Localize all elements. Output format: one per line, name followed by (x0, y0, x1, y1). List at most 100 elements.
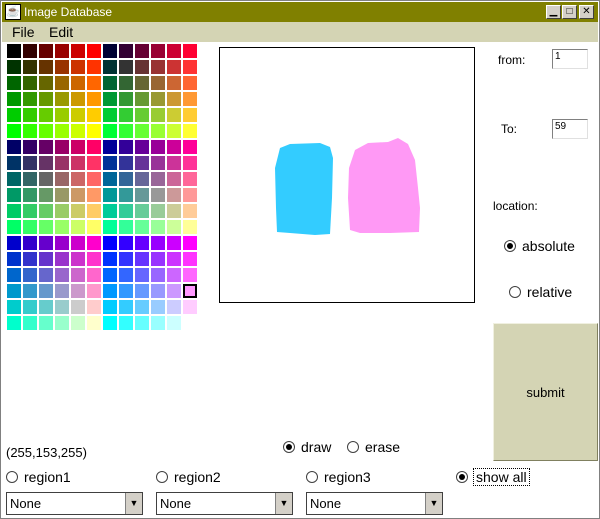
color-swatch[interactable] (119, 76, 133, 90)
color-swatch[interactable] (119, 44, 133, 58)
color-swatch[interactable] (7, 92, 21, 106)
color-swatch[interactable] (39, 124, 53, 138)
color-swatch[interactable] (103, 60, 117, 74)
color-swatch[interactable] (23, 236, 37, 250)
color-swatch[interactable] (151, 140, 165, 154)
color-swatch[interactable] (183, 284, 197, 298)
maximize-button[interactable]: □ (562, 5, 577, 19)
color-swatch[interactable] (119, 92, 133, 106)
color-swatch[interactable] (23, 108, 37, 122)
color-swatch[interactable] (23, 172, 37, 186)
color-swatch[interactable] (7, 300, 21, 314)
color-swatch[interactable] (183, 172, 197, 186)
color-swatch[interactable] (87, 92, 101, 106)
location-relative-radio[interactable]: relative (509, 284, 572, 300)
color-swatch[interactable] (135, 172, 149, 186)
color-swatch[interactable] (119, 316, 133, 330)
color-swatch[interactable] (23, 140, 37, 154)
color-swatch[interactable] (151, 204, 165, 218)
color-swatch[interactable] (167, 204, 181, 218)
color-swatch[interactable] (71, 60, 85, 74)
color-swatch[interactable] (119, 156, 133, 170)
region1-radio[interactable]: region1 (6, 469, 71, 485)
color-swatch[interactable] (103, 252, 117, 266)
color-swatch[interactable] (183, 60, 197, 74)
color-swatch[interactable] (39, 284, 53, 298)
color-swatch[interactable] (71, 220, 85, 234)
color-swatch[interactable] (167, 140, 181, 154)
color-swatch[interactable] (23, 156, 37, 170)
color-swatch[interactable] (39, 268, 53, 282)
color-swatch[interactable] (39, 300, 53, 314)
color-swatch[interactable] (71, 188, 85, 202)
minimize-button[interactable]: ▁ (546, 5, 561, 19)
chevron-down-icon[interactable]: ▼ (275, 493, 292, 514)
color-swatch[interactable] (135, 236, 149, 250)
color-swatch[interactable] (55, 140, 69, 154)
color-swatch[interactable] (71, 252, 85, 266)
color-swatch[interactable] (103, 124, 117, 138)
color-swatch[interactable] (119, 252, 133, 266)
color-swatch[interactable] (119, 236, 133, 250)
color-swatch[interactable] (119, 172, 133, 186)
color-swatch[interactable] (167, 124, 181, 138)
color-swatch[interactable] (71, 204, 85, 218)
color-swatch[interactable] (87, 284, 101, 298)
color-swatch[interactable] (71, 140, 85, 154)
color-swatch[interactable] (135, 188, 149, 202)
color-swatch[interactable] (151, 44, 165, 58)
color-swatch[interactable] (135, 220, 149, 234)
color-swatch[interactable] (87, 316, 101, 330)
color-swatch[interactable] (71, 172, 85, 186)
erase-radio[interactable]: erase (347, 439, 400, 455)
color-swatch[interactable] (167, 220, 181, 234)
color-swatch[interactable] (167, 108, 181, 122)
color-swatch[interactable] (135, 92, 149, 106)
color-swatch[interactable] (7, 60, 21, 74)
color-swatch[interactable] (135, 140, 149, 154)
color-swatch[interactable] (87, 124, 101, 138)
color-swatch[interactable] (7, 268, 21, 282)
color-swatch[interactable] (39, 220, 53, 234)
color-swatch[interactable] (151, 316, 165, 330)
color-swatch[interactable] (7, 108, 21, 122)
color-swatch[interactable] (119, 108, 133, 122)
color-swatch[interactable] (135, 108, 149, 122)
color-swatch[interactable] (71, 44, 85, 58)
color-swatch[interactable] (183, 76, 197, 90)
show-all-radio[interactable]: show all (456, 468, 530, 486)
color-swatch[interactable] (7, 316, 21, 330)
color-swatch[interactable] (87, 236, 101, 250)
color-swatch[interactable] (103, 300, 117, 314)
color-swatch[interactable] (55, 76, 69, 90)
color-swatch[interactable] (23, 220, 37, 234)
color-swatch[interactable] (167, 188, 181, 202)
color-swatch[interactable] (23, 316, 37, 330)
color-swatch[interactable] (135, 268, 149, 282)
color-swatch[interactable] (151, 268, 165, 282)
color-swatch[interactable] (103, 220, 117, 234)
color-swatch[interactable] (87, 188, 101, 202)
color-swatch[interactable] (87, 76, 101, 90)
color-swatch[interactable] (71, 236, 85, 250)
color-swatch[interactable] (167, 284, 181, 298)
color-swatch[interactable] (7, 188, 21, 202)
color-swatch[interactable] (23, 44, 37, 58)
color-swatch[interactable] (167, 316, 181, 330)
color-swatch[interactable] (7, 124, 21, 138)
color-swatch[interactable] (39, 92, 53, 106)
color-swatch[interactable] (119, 140, 133, 154)
color-swatch[interactable] (119, 220, 133, 234)
color-swatch[interactable] (103, 92, 117, 106)
color-swatch[interactable] (183, 108, 197, 122)
color-swatch[interactable] (55, 60, 69, 74)
color-swatch[interactable] (119, 124, 133, 138)
color-swatch[interactable] (183, 236, 197, 250)
color-swatch[interactable] (103, 236, 117, 250)
color-swatch[interactable] (87, 60, 101, 74)
color-swatch[interactable] (183, 188, 197, 202)
color-swatch[interactable] (151, 252, 165, 266)
color-swatch[interactable] (55, 92, 69, 106)
region2-select[interactable]: None ▼ (156, 492, 293, 515)
location-absolute-radio[interactable]: absolute (504, 238, 575, 254)
